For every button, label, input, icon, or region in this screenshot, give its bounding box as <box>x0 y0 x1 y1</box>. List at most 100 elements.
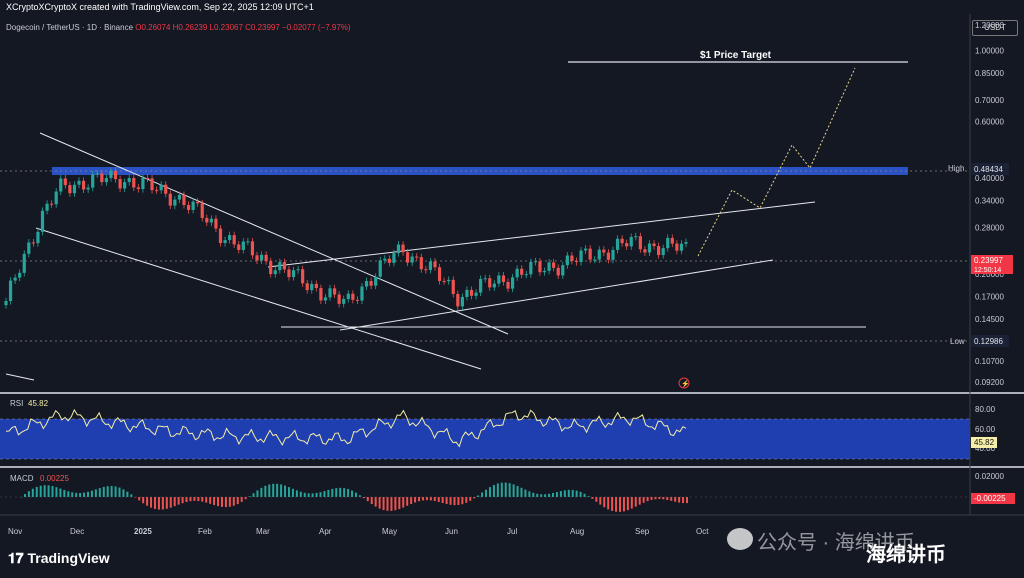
macd-bar <box>410 497 413 505</box>
macd-bar <box>386 497 389 511</box>
macd-bar <box>485 489 488 497</box>
time-label-7: Jun <box>445 527 458 536</box>
macd-bar <box>268 484 271 497</box>
candle-body <box>4 300 8 306</box>
macd-bar <box>540 494 543 497</box>
macd-bar <box>157 497 160 510</box>
macd-bar <box>291 488 294 497</box>
candle-body <box>232 235 236 245</box>
stub-line <box>5 373 35 381</box>
candle-body <box>259 254 264 261</box>
macd-bar <box>79 492 82 497</box>
candle-body <box>625 243 629 247</box>
candle-body <box>173 199 177 206</box>
macd-bar <box>252 493 255 497</box>
last-price-tag: 0.23997 12:50:14 <box>971 255 1013 274</box>
macd-bar <box>185 497 188 502</box>
macd-bar <box>611 497 614 511</box>
macd-bar <box>323 491 326 497</box>
candle-body <box>100 173 104 183</box>
candle-body <box>196 201 200 204</box>
candle-body <box>661 248 665 256</box>
price-tick-4: 0.60000 <box>975 117 1004 126</box>
macd-bar <box>220 497 223 507</box>
rsi-tick-80: 80.00 <box>975 405 996 414</box>
candle-body <box>419 257 423 270</box>
macd-bar <box>224 497 227 508</box>
macd-bar <box>678 497 681 503</box>
candle-body <box>86 187 90 190</box>
candle-body <box>547 262 551 271</box>
macd-bar <box>59 488 62 497</box>
macd-bar <box>335 488 338 497</box>
macd-bar <box>429 497 432 501</box>
candle-body <box>501 275 506 282</box>
rsi-value: 45.82 <box>28 399 49 408</box>
candle-body <box>520 268 524 275</box>
candle-body <box>583 248 588 251</box>
macd-bar <box>508 483 511 497</box>
tradingview-logo[interactable]: 𝟏𝟕 TradingView <box>8 550 110 567</box>
macd-current-value: -0.00225 <box>974 494 1006 503</box>
macd-bar <box>153 497 156 509</box>
candle-body <box>63 178 67 186</box>
candle-body <box>574 260 579 263</box>
macd-bar <box>343 488 346 497</box>
macd-bar <box>23 493 26 497</box>
projection-path <box>697 67 856 257</box>
candle-body <box>529 262 533 275</box>
macd-bar <box>646 497 649 502</box>
macd-bar <box>240 497 243 502</box>
macd-bar <box>449 497 452 505</box>
candle-body <box>301 269 305 284</box>
time-label-9: Aug <box>570 527 584 536</box>
macd-bar <box>173 497 176 507</box>
macd-bar <box>650 497 653 500</box>
candle-body <box>145 177 150 179</box>
candle-body <box>104 178 109 183</box>
candle-body <box>597 249 601 260</box>
candle-body <box>40 210 45 232</box>
macd-bar <box>165 497 168 509</box>
candle-body <box>159 184 163 191</box>
candle-body <box>442 280 446 282</box>
time-label-6: May <box>382 527 397 536</box>
macd-bar <box>51 486 54 497</box>
macd-bar <box>197 497 200 502</box>
macd-bar <box>354 492 357 497</box>
macd-bar <box>299 491 302 497</box>
candle-body <box>246 241 250 243</box>
macd-bar <box>126 491 129 497</box>
macd-bar <box>548 493 551 497</box>
macd-bar <box>469 497 472 501</box>
macd-bar <box>552 493 555 497</box>
candle-body <box>593 259 597 261</box>
macd-label: MACD <box>10 474 34 483</box>
macd-bar <box>39 485 42 497</box>
macd-bar <box>662 497 665 500</box>
candle-body <box>447 279 451 282</box>
macd-bar <box>217 497 220 507</box>
macd-tick: 0.02000 <box>975 472 1004 481</box>
macd-bar <box>43 485 46 497</box>
macd-bar <box>114 486 117 497</box>
macd-bar <box>319 492 322 497</box>
candle-body <box>310 283 314 291</box>
candle-body <box>8 280 13 301</box>
macd-bar <box>146 497 149 506</box>
candle-body <box>374 276 378 286</box>
macd-bar <box>500 482 503 497</box>
candle-body <box>168 193 172 206</box>
macd-bar <box>86 491 89 497</box>
candle-body <box>383 258 387 261</box>
candle-body <box>228 235 232 241</box>
candle-body <box>319 288 323 301</box>
macd-bar <box>516 485 519 497</box>
macd-bar <box>453 497 456 506</box>
candle-body <box>629 236 633 247</box>
candle-body <box>488 278 492 288</box>
time-label-3: Feb <box>198 527 212 536</box>
price-chart-svg[interactable]: $1 Price Target 1.20000 1.00000 0.85000 0.7… <box>0 0 1024 578</box>
candle-body <box>451 279 455 294</box>
candle-body <box>278 262 282 271</box>
